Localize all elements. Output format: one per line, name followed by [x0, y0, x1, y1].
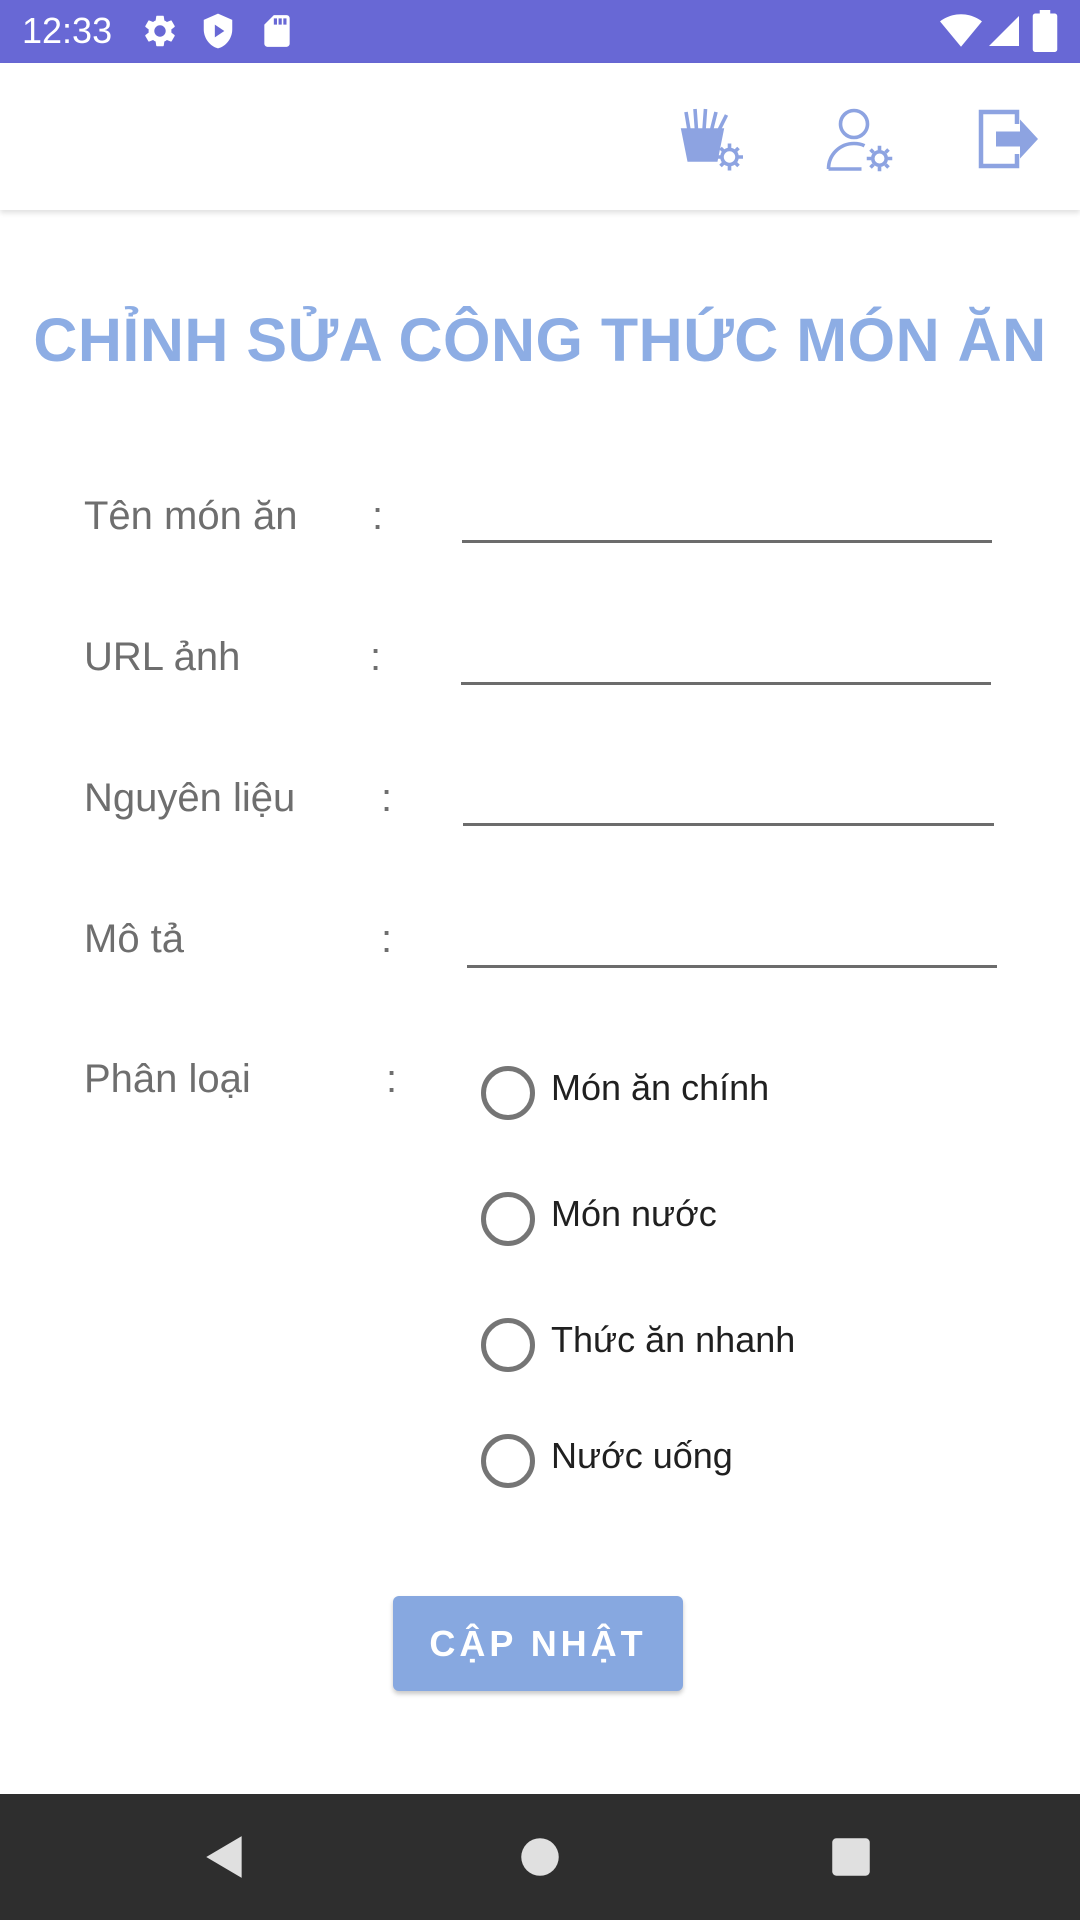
signal-icon: [989, 16, 1019, 46]
name-colon: :: [372, 494, 384, 538]
radio-button[interactable]: [481, 1318, 535, 1372]
description-label: Mô tả: [84, 917, 185, 961]
wifi-icon: [940, 14, 982, 47]
sd-card-icon: [264, 15, 290, 47]
name-label: Tên món ăn: [84, 494, 298, 538]
recents-icon[interactable]: [826, 1832, 876, 1882]
description-colon: :: [381, 917, 393, 961]
ingredients-label: Nguyên liệu: [84, 776, 296, 820]
ingredients-input[interactable]: [463, 767, 994, 826]
user-settings-icon[interactable]: [824, 103, 896, 175]
ingredients-colon: :: [381, 776, 393, 820]
radio-button[interactable]: [481, 1066, 535, 1120]
settings-icon: [145, 15, 175, 47]
description-input[interactable]: [467, 909, 997, 968]
category-option-label: Món nước: [551, 1193, 717, 1234]
category-option-label: Món ăn chính: [551, 1067, 770, 1108]
logout-icon[interactable]: [972, 103, 1044, 175]
page-title: CHỈNH SỬA CÔNG THỨC MÓN ĂN: [33, 306, 1047, 374]
back-icon[interactable]: [200, 1832, 250, 1882]
image-url-colon: :: [370, 635, 382, 679]
update-button[interactable]: CẬP NHẬT: [393, 1596, 683, 1691]
home-icon[interactable]: [515, 1832, 565, 1882]
battery-icon: [1032, 10, 1058, 52]
radio-button[interactable]: [481, 1434, 535, 1488]
radio-button[interactable]: [481, 1192, 535, 1246]
nav-bar: [0, 1794, 1080, 1920]
category-colon: :: [386, 1057, 398, 1101]
status-time: 12:33: [22, 10, 113, 51]
image-url-label: URL ảnh: [84, 635, 241, 679]
image-url-input[interactable]: [461, 626, 991, 685]
app-bar: [0, 63, 1080, 210]
food-settings-icon[interactable]: [674, 103, 746, 175]
shield-play-icon: [203, 13, 233, 49]
category-label: Phân loại: [84, 1057, 251, 1101]
category-option-label: Nước uống: [551, 1435, 733, 1476]
name-input[interactable]: [462, 484, 992, 543]
category-option-label: Thức ăn nhanh: [551, 1319, 796, 1360]
status-bar: 12:33: [0, 0, 1080, 63]
